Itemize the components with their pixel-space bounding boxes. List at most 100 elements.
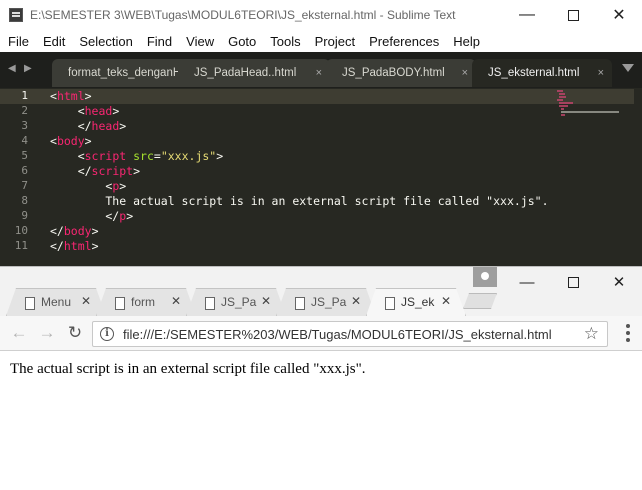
reload-button[interactable]: ↻ [64,322,86,344]
document-icon [295,297,305,310]
editor-tab-label: format_teks_denganH [68,67,182,79]
menu-selection[interactable]: Selection [71,34,138,49]
code-token: > [91,224,99,238]
tab-scroll-left-icon[interactable]: ◀ [8,63,16,74]
tab-scroll-right-icon[interactable]: ▶ [24,63,32,74]
chrome-maximize-button[interactable] [550,271,596,293]
line-number: 4 [21,134,28,147]
sublime-minimize-button[interactable]: — [504,0,550,30]
chrome-minimize-button[interactable]: — [504,271,550,293]
editor-tab[interactable]: JS_PadaBODY.html × [326,59,476,87]
maximize-icon [567,276,579,288]
menu-help[interactable]: Help [445,34,486,49]
code-token: > [112,104,120,118]
close-icon[interactable]: ✕ [261,294,271,308]
back-button[interactable]: ← [8,322,30,344]
chrome-toolbar: ← → ↻ i file:///E:/SEMESTER%203/WEB/Tuga… [0,316,642,351]
sublime-app-icon [9,8,23,22]
browser-tab[interactable]: JS_Pa ✕ [186,288,286,316]
code-line[interactable]: </p> [50,209,133,224]
editor-tab[interactable]: JS_eksternal.html × [472,59,612,87]
menu-file[interactable]: File [0,34,35,49]
browser-tab-label: form [131,295,155,309]
line-number: 11 [14,239,28,252]
editor-tab-label: JS_PadaHead..html [194,67,297,79]
sublime-maximize-button[interactable] [550,0,596,30]
menu-preferences[interactable]: Preferences [361,34,445,49]
desktop: E:\SEMESTER 3\WEB\Tugas\MODUL6TEORI\JS_e… [0,0,642,490]
document-icon [25,297,35,310]
close-icon[interactable]: ✕ [441,294,451,308]
code-token: "xxx.js" [160,149,217,163]
code-token: < [50,104,85,118]
browser-tab[interactable]: JS_Pa ✕ [276,288,376,316]
line-number: 9 [21,209,28,222]
sublime-scrollbar[interactable] [634,88,642,266]
code-token: head [84,104,113,118]
arrow-right-icon: → [38,323,56,342]
forward-button[interactable]: → [36,322,58,344]
code-line[interactable]: <body> [50,134,92,149]
code-token: < [50,179,113,193]
page-content: The actual script is in an external scri… [0,351,642,490]
sublime-editor[interactable]: 1 2 3 4 5 6 7 8 9 10 11 <html> <head> </head> <body… [0,88,642,266]
sublime-menu-bar: File Edit Selection Find View Goto Tools Projec… [0,30,642,52]
document-icon [205,297,215,310]
browser-tab-label: JS_ek [401,295,435,309]
address-bar-url[interactable]: file:///E:/SEMESTER%203/WEB/Tugas/MODUL6… [123,327,552,342]
new-tab-button[interactable] [463,293,497,309]
code-token: < [50,149,85,163]
reload-icon: ↻ [67,323,83,342]
editor-tab[interactable]: JS_PadaHead..html × [178,59,330,87]
code-line[interactable]: </html> [50,239,99,254]
sublime-window-title: E:\SEMESTER 3\WEB\Tugas\MODUL6TEORI\JS_e… [30,8,456,22]
sublime-close-button[interactable]: ✕ [596,0,642,30]
minimize-icon: — [519,6,535,23]
close-icon[interactable]: × [598,59,604,87]
maximize-icon [567,9,579,21]
menu-edit[interactable]: Edit [35,34,71,49]
code-token: > [84,89,92,103]
code-token: </ [50,224,64,238]
chrome-close-button[interactable]: ✕ [596,271,642,293]
document-icon [115,297,125,310]
menu-view[interactable]: View [178,34,220,49]
code-token: body [56,134,85,148]
browser-tab[interactable]: form ✕ [96,288,196,316]
editor-tab[interactable]: format_teks_denganH [52,59,188,87]
minimap[interactable] [555,88,625,118]
code-line[interactable]: </script> [50,164,140,179]
close-icon[interactable]: ✕ [171,294,181,308]
menu-goto[interactable]: Goto [220,34,262,49]
code-line[interactable]: The actual script is in an external scri… [50,194,548,209]
code-line[interactable]: </body> [50,224,99,239]
line-number: 1 [21,89,28,102]
sublime-tab-bar: ◀ ▶ format_teks_denganH JS_PadaHead..html… [0,52,642,88]
code-line[interactable]: <p> [50,179,126,194]
arrow-left-icon: ← [10,323,28,342]
code-line[interactable]: <html> [50,89,92,104]
code-token: < [50,134,57,148]
line-number: 5 [21,149,28,162]
info-icon[interactable]: i [100,327,114,341]
more-vert-icon[interactable] [626,324,630,342]
code-line[interactable]: <script src="xxx.js"> [50,149,223,164]
code-line[interactable]: <head> [50,104,120,119]
close-icon: ✕ [612,7,626,24]
profile-avatar-icon[interactable] [473,267,497,287]
tab-list-dropdown-icon[interactable] [622,64,634,72]
sublime-window: E:\SEMESTER 3\WEB\Tugas\MODUL6TEORI\JS_e… [0,0,642,266]
menu-find[interactable]: Find [139,34,178,49]
browser-tab[interactable]: JS_ek ✕ [366,288,466,316]
close-icon[interactable]: × [462,59,468,87]
browser-tab[interactable]: Menu ✕ [6,288,106,316]
close-icon[interactable]: ✕ [351,294,361,308]
address-bar[interactable]: i file:///E:/SEMESTER%203/WEB/Tugas/MODU… [92,321,608,347]
star-icon[interactable]: ☆ [584,324,599,344]
menu-tools[interactable]: Tools [262,34,306,49]
code-token: body [63,224,92,238]
code-line[interactable]: </head> [50,119,127,134]
close-icon[interactable]: ✕ [81,294,91,308]
menu-project[interactable]: Project [307,34,361,49]
close-icon[interactable]: × [316,59,322,87]
